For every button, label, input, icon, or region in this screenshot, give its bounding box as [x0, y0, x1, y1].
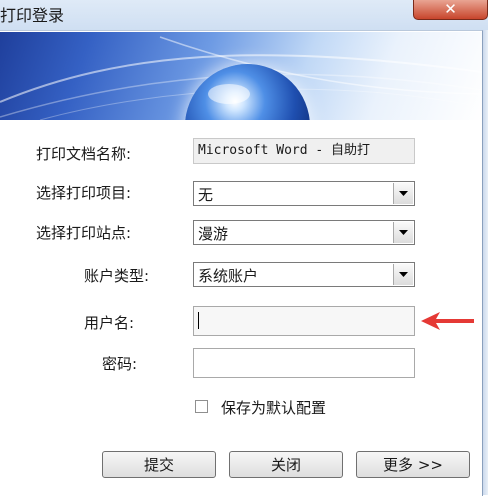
- print-item-label: 选择打印项目:: [36, 184, 132, 202]
- account-type-select[interactable]: 系统账户: [193, 262, 415, 287]
- chevron-down-icon: [399, 272, 408, 277]
- text-caret: [198, 312, 199, 329]
- close-icon: ✕: [444, 0, 457, 18]
- window-frame-right: [483, 30, 488, 495]
- red-arrow-icon: [421, 312, 474, 330]
- username-label: 用户名:: [84, 314, 135, 332]
- print-site-select[interactable]: 漫游: [193, 220, 415, 245]
- more-button[interactable]: 更多 >>: [356, 451, 470, 478]
- doc-name-label: 打印文档名称:: [36, 145, 132, 163]
- print-item-dropdown-button[interactable]: [393, 183, 413, 204]
- username-input[interactable]: [193, 306, 415, 336]
- title-bar[interactable]: 打印登录 ✕: [0, 0, 488, 30]
- doc-name-field: Microsoft Word - 自助打: [193, 138, 415, 164]
- close-button[interactable]: 关闭: [229, 451, 343, 478]
- chevron-down-icon: [399, 230, 408, 235]
- account-type-label: 账户类型:: [84, 267, 150, 285]
- account-type-dropdown-button[interactable]: [393, 264, 413, 285]
- print-item-value: 无: [198, 186, 214, 204]
- window-title: 打印登录: [0, 6, 65, 25]
- print-site-dropdown-button[interactable]: [393, 222, 413, 243]
- password-input[interactable]: [193, 348, 415, 378]
- close-window-button[interactable]: ✕: [413, 0, 488, 20]
- header-banner: [0, 32, 482, 120]
- password-label: 密码:: [102, 355, 138, 373]
- account-type-value: 系统账户: [198, 267, 259, 285]
- print-item-select[interactable]: 无: [193, 181, 415, 206]
- save-default-label[interactable]: 保存为默认配置: [221, 397, 326, 418]
- chevron-down-icon: [399, 191, 408, 196]
- print-site-value: 漫游: [198, 225, 229, 243]
- submit-button[interactable]: 提交: [102, 451, 216, 478]
- globe-highlight: [208, 84, 250, 104]
- save-default-checkbox[interactable]: [195, 400, 208, 413]
- print-site-label: 选择打印站点:: [36, 224, 132, 242]
